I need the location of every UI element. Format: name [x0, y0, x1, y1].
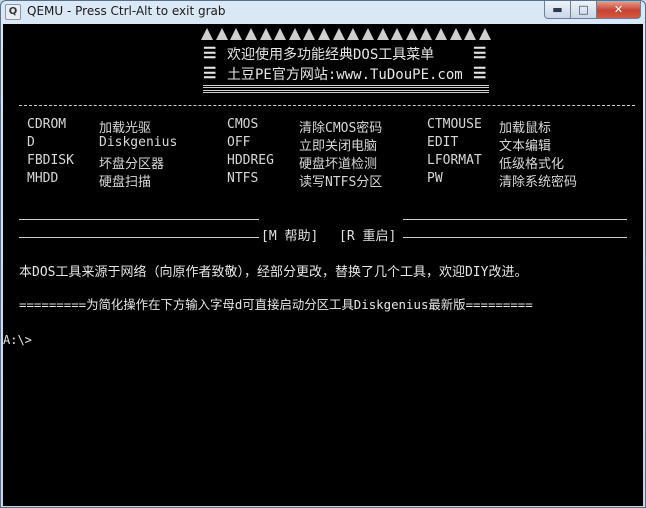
- footer-line-left-bottom: [19, 237, 259, 238]
- close-button[interactable]: ✕: [597, 1, 641, 19]
- footer-line-right-top: [403, 219, 627, 220]
- menu-cmd-lformat[interactable]: LFORMAT: [427, 153, 482, 168]
- window-controls: ▬ □ ✕: [544, 1, 641, 19]
- menu-desc-ntfs: 读写NTFS分区: [299, 175, 383, 190]
- menu-desc-edit: 文本编辑: [499, 139, 552, 154]
- title-bar[interactable]: Q QEMU - Press Ctrl-Alt to exit grab ▬ □…: [1, 1, 645, 23]
- menu-cmd-ntfs[interactable]: NTFS: [227, 171, 258, 186]
- guest-screen[interactable]: ☰ 欢迎使用多功能经典DOS工具菜单 ☰ ☰ 土豆PE官方网站:www.TuDo…: [3, 24, 643, 506]
- usage-hint: =========为简化操作在下方输入字母d可直接启动分区工具Diskgeniu…: [19, 297, 533, 312]
- menu-cmd-cdrom[interactable]: CDROM: [27, 117, 66, 132]
- header-title: 欢迎使用多功能经典DOS工具菜单: [227, 47, 435, 63]
- restart-option[interactable]: [R 重启]: [339, 225, 396, 244]
- menu-desc-cdrom: 加载光驱: [99, 121, 152, 136]
- menu-cmd-d[interactable]: D: [27, 135, 35, 150]
- menu-cmd-off[interactable]: OFF: [227, 135, 250, 150]
- menu-cmd-fbdisk[interactable]: FBDISK: [27, 153, 74, 168]
- menu-desc-fbdisk: 坏盘分区器: [99, 157, 165, 172]
- source-notice: 本DOS工具来源于网络（向原作者致敬），经部分更改，替换了几个工具，欢迎DIY改…: [19, 265, 528, 280]
- dos-prompt[interactable]: A:\>: [3, 333, 32, 347]
- qemu-app-icon[interactable]: Q: [5, 4, 21, 20]
- menu-cmd-pw[interactable]: PW: [427, 171, 443, 186]
- maximize-button[interactable]: □: [571, 1, 597, 19]
- help-option[interactable]: [M 帮助]: [261, 225, 318, 244]
- menu-cmd-hddreg[interactable]: HDDREG: [227, 153, 274, 168]
- menu-cmd-edit[interactable]: EDIT: [427, 135, 458, 150]
- menu-desc-lformat: 低级格式化: [499, 157, 565, 172]
- menu-desc-hddreg: 硬盘坏道检测: [299, 157, 378, 172]
- header-box-triangles: [201, 28, 491, 42]
- header-bar-right-2: ☰: [473, 64, 487, 82]
- header-bar-right-1: ☰: [473, 44, 487, 62]
- window-title: QEMU - Press Ctrl-Alt to exit grab: [27, 4, 226, 18]
- menu-desc-cmos: 清除CMOS密码: [299, 121, 383, 136]
- menu-desc-mhdd: 硬盘扫描: [99, 175, 152, 190]
- header-bar-left-1: ☰: [203, 44, 217, 62]
- menu-desc-d: Diskgenius: [99, 135, 178, 150]
- qemu-window: Q QEMU - Press Ctrl-Alt to exit grab ▬ □…: [0, 0, 646, 508]
- menu-top-divider: [19, 105, 635, 106]
- menu-cmd-cmos[interactable]: CMOS: [227, 117, 258, 132]
- header-double-line-2: [203, 90, 489, 93]
- footer-line-left-top: [19, 219, 259, 220]
- menu-desc-ctmouse: 加载鼠标: [499, 121, 552, 136]
- header-double-line-1: [203, 85, 489, 88]
- footer-line-right-bottom: [403, 237, 627, 238]
- header-bar-left-2: ☰: [203, 64, 217, 82]
- minimize-button[interactable]: ▬: [544, 1, 571, 19]
- menu-cmd-ctmouse[interactable]: CTMOUSE: [427, 117, 482, 132]
- menu-desc-pw: 清除系统密码: [499, 175, 578, 190]
- header-website: 土豆PE官方网站:www.TuDouPE.com: [227, 67, 463, 83]
- menu-desc-off: 立即关闭电脑: [299, 139, 378, 154]
- menu-cmd-mhdd[interactable]: MHDD: [27, 171, 58, 186]
